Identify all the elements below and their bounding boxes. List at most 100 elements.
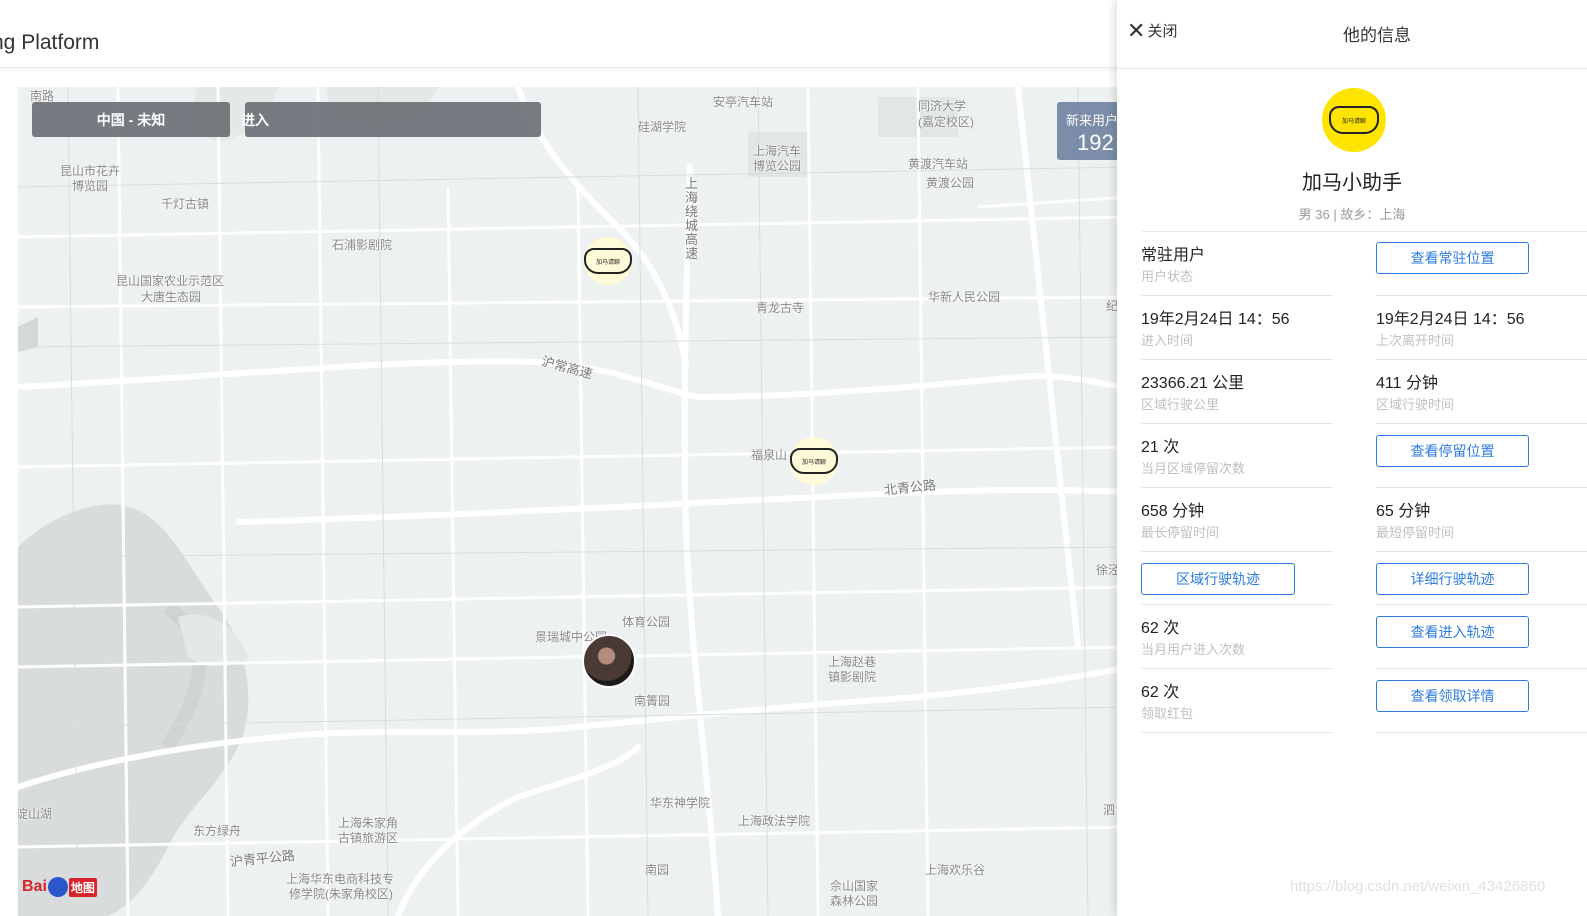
divider xyxy=(1376,732,1587,733)
map-marker[interactable]: 加马请聊 xyxy=(584,237,632,285)
app-title: ng Platform xyxy=(0,31,100,54)
map-label: 硅湖学院 xyxy=(638,120,687,134)
map-label: 上海赵巷 xyxy=(828,655,877,669)
panel-title: 他的信息 xyxy=(1343,26,1411,45)
red-packet-value: 62 次 xyxy=(1141,684,1180,701)
enter-count-cell: 62 次 当月用户进入次数 xyxy=(1141,619,1333,658)
divider xyxy=(1141,732,1333,733)
map-label: 福泉山 xyxy=(751,448,788,462)
view-claim-details-button[interactable]: 查看领取详情 xyxy=(1376,680,1529,712)
baidu-text: Bai xyxy=(22,878,47,895)
panel-header: ✕ 关闭 他的信息 xyxy=(1117,0,1587,69)
distance-cell: 23366.21 公里 区域行驶公里 xyxy=(1141,374,1333,413)
map-label: 华新人民公园 xyxy=(928,290,1001,304)
leave-time-label: 上次离开时间 xyxy=(1376,333,1455,348)
watermark: https://blog.csdn.net/weixin_43426860 xyxy=(1290,878,1546,895)
map-label: 黄渡汽车站 xyxy=(908,157,969,171)
map-label: 东方绿舟 xyxy=(193,824,242,838)
map-label: 淀山湖 xyxy=(18,807,53,821)
min-stay-label: 最短停留时间 xyxy=(1376,525,1455,540)
max-stay-cell: 658 分钟 最长停留时间 xyxy=(1141,502,1333,541)
user-avatar-marker[interactable] xyxy=(582,634,636,688)
map-label: 昆山国家农业示范区 xyxy=(116,274,225,288)
map-label: 镇影剧院 xyxy=(828,670,877,684)
map-label: 大唐生态园 xyxy=(141,290,202,304)
baidu-paw-icon xyxy=(47,877,68,897)
enter-bar[interactable]: 进入 xyxy=(241,102,541,137)
view-stay-location-button[interactable]: 查看停留位置 xyxy=(1376,435,1529,467)
drive-time-cell: 411 分钟 区域行驶时间 xyxy=(1376,374,1587,413)
map-label: 同济大学 xyxy=(918,99,967,113)
drive-time-label: 区域行驶时间 xyxy=(1376,397,1455,412)
status-label: 用户状态 xyxy=(1141,269,1194,284)
min-stay-value: 65 分钟 xyxy=(1376,503,1431,520)
stay-count-label: 当月区域停留次数 xyxy=(1141,461,1246,476)
view-enter-track-button[interactable]: 查看进入轨迹 xyxy=(1376,616,1529,648)
map-label: (嘉定校区) xyxy=(918,115,974,129)
map-label: 博览公园 xyxy=(753,159,802,173)
region-track-button[interactable]: 区域行驶轨迹 xyxy=(1141,563,1295,595)
map-label: 华东神学院 xyxy=(650,796,711,810)
divider xyxy=(1376,551,1587,552)
divider xyxy=(1376,423,1587,424)
map-label: 泗 xyxy=(1103,803,1116,817)
min-stay-cell: 65 分钟 最短停留时间 xyxy=(1376,502,1587,541)
map-label: 南路 xyxy=(30,89,55,103)
divider xyxy=(1141,359,1333,360)
divider xyxy=(1141,487,1333,488)
profile-avatar: 加马请聊 xyxy=(1322,88,1386,152)
map-base-layer xyxy=(18,87,1130,916)
leave-time-value: 19年2月24日 14：56 xyxy=(1376,311,1525,328)
profile-meta: 男 36 | 故乡：上海 xyxy=(1298,207,1406,222)
divider xyxy=(1376,295,1587,296)
enter-count-value: 62 次 xyxy=(1141,620,1180,637)
divider xyxy=(1376,604,1587,605)
divider xyxy=(1142,231,1587,232)
map-label: 青龙古寺 xyxy=(756,301,805,315)
enter-count-label: 当月用户进入次数 xyxy=(1141,642,1246,657)
map-label: 千灯古镇 xyxy=(161,197,210,211)
marker-logo-icon: 加马请聊 xyxy=(790,448,838,474)
map-label: 博览园 xyxy=(72,179,109,193)
map-label: 修学院(朱家角校区) xyxy=(289,887,393,901)
map-label: 上海绕城高速 xyxy=(685,176,699,261)
detailed-track-button[interactable]: 详细行驶轨迹 xyxy=(1376,563,1529,595)
close-button[interactable]: ✕ 关闭 xyxy=(1127,17,1178,43)
max-stay-value: 658 分钟 xyxy=(1141,503,1205,520)
close-label: 关闭 xyxy=(1147,23,1178,40)
map-label: 南园 xyxy=(645,863,670,877)
divider xyxy=(1141,551,1333,552)
divider xyxy=(1141,604,1333,605)
drive-time-value: 411 分钟 xyxy=(1376,375,1438,392)
map-view[interactable]: 南路 安亭汽车站 同济大学 (嘉定校区) 昆山市花卉 博览园 硅湖学院 上海汽车… xyxy=(18,87,1130,916)
marker-logo-icon: 加马请聊 xyxy=(584,248,632,274)
map-label: 昆山市花卉 xyxy=(60,164,121,178)
distance-label: 区域行驶公里 xyxy=(1141,397,1220,412)
stat-label: 新来用户 xyxy=(1066,113,1119,128)
map-label: 古镇旅游区 xyxy=(338,831,399,845)
map-label: 黄渡公园 xyxy=(926,176,975,190)
status-value: 常驻用户 xyxy=(1141,247,1206,264)
stay-count-value: 21 次 xyxy=(1141,439,1180,456)
close-icon: ✕ xyxy=(1127,17,1146,43)
map-label: 上海朱家角 xyxy=(338,816,399,830)
profile-logo-icon: 加马请聊 xyxy=(1329,106,1379,134)
view-resident-location-button[interactable]: 查看常驻位置 xyxy=(1376,242,1529,274)
enter-time-label: 进入时间 xyxy=(1141,333,1194,348)
red-packet-label: 领取红包 xyxy=(1141,706,1194,721)
max-stay-label: 最长停留时间 xyxy=(1141,525,1220,540)
region-selector[interactable]: 中国 - 未知 xyxy=(32,102,230,137)
map-marker[interactable]: 加马请聊 xyxy=(790,437,838,485)
enter-time-value: 19年2月24日 14：56 xyxy=(1141,311,1290,328)
baidu-map-logo[interactable]: Bai 地图 xyxy=(22,877,97,897)
stat-value: 192 xyxy=(1077,130,1114,155)
divider xyxy=(1376,487,1587,488)
map-label: 上海华东电商科技专 xyxy=(286,872,395,886)
enter-label: 进入 xyxy=(241,111,269,128)
map-label: 上海政法学院 xyxy=(738,814,811,828)
map-label: 上海欢乐谷 xyxy=(925,863,986,877)
leave-time-cell: 19年2月24日 14：56 上次离开时间 xyxy=(1376,310,1587,349)
map-label: 森林公园 xyxy=(830,894,879,908)
distance-value: 23366.21 公里 xyxy=(1141,375,1245,392)
profile-name: 加马小助手 xyxy=(1302,172,1402,194)
